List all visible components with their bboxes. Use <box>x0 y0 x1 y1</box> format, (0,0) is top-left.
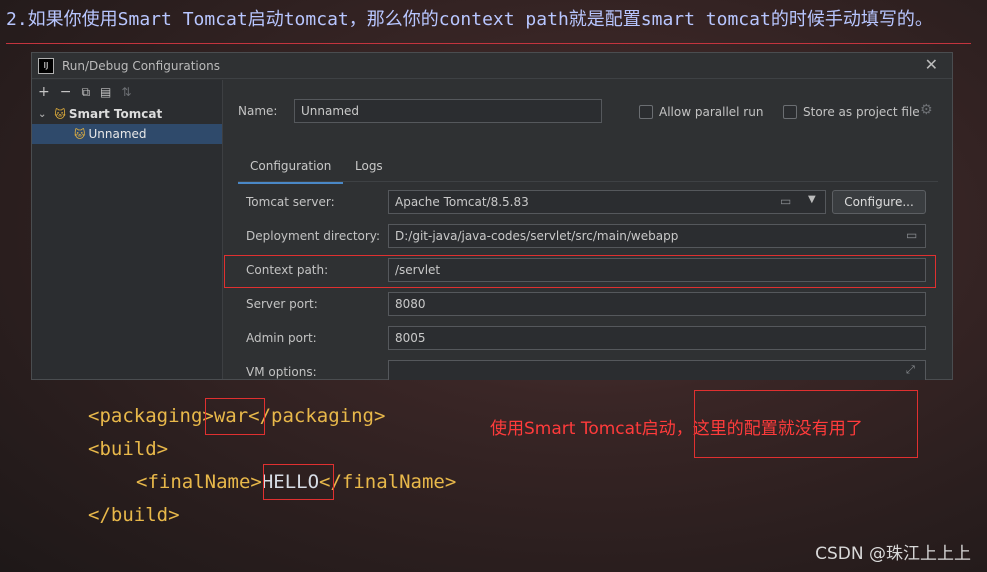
expand-icon[interactable]: ⤢ <box>906 363 915 377</box>
configure-button[interactable]: Configure... <box>832 190 926 214</box>
context-path-highlight <box>224 255 936 288</box>
tab-divider <box>238 181 938 182</box>
gear-icon[interactable]: ⚙ <box>920 102 933 118</box>
code-line: <packaging>war</packaging> <box>88 405 386 427</box>
plus-icon[interactable]: + <box>38 84 50 100</box>
copy-icon[interactable]: ⧉ <box>81 85 90 100</box>
vm-options-input[interactable] <box>388 360 926 380</box>
folder-icon[interactable]: ▭ <box>780 194 791 208</box>
war-highlight <box>205 398 265 435</box>
store-project-label: Store as project file <box>803 105 920 119</box>
deployment-dir-label: Deployment directory: <box>246 229 381 243</box>
tree-item-label: Unnamed <box>88 127 147 141</box>
dialog-title: Run/Debug Configurations <box>62 58 220 73</box>
tomcat-server-label: Tomcat server: <box>246 195 335 209</box>
allow-parallel-label: Allow parallel run <box>659 105 764 119</box>
server-port-input[interactable]: 8080 <box>388 292 926 316</box>
vm-options-label: VM options: <box>246 365 317 379</box>
folder-add-icon[interactable]: ▤ <box>100 85 111 99</box>
tree-toolbar: + − ⧉ ▤ ⇅ <box>32 80 222 104</box>
header-underline <box>6 43 971 44</box>
name-input[interactable]: Unnamed <box>294 99 602 123</box>
name-label: Name: <box>238 104 278 118</box>
chevron-down-icon[interactable]: ⌄ <box>38 109 46 120</box>
tomcat-icon: 🐱 <box>54 107 66 121</box>
note-highlight <box>694 390 918 458</box>
hello-highlight <box>263 464 334 500</box>
run-debug-dialog: IJ Run/Debug Configurations ✕ + − ⧉ ▤ ⇅ … <box>31 52 953 380</box>
tab-logs[interactable]: Logs <box>355 159 383 173</box>
tree-item-label: Smart Tomcat <box>68 107 163 121</box>
store-project-checkbox[interactable] <box>783 105 797 119</box>
admin-port-label: Admin port: <box>246 331 317 345</box>
intellij-icon: IJ <box>38 57 54 74</box>
dialog-titlebar: IJ Run/Debug Configurations ✕ <box>32 53 952 79</box>
tree-item-smart-tomcat[interactable]: ⌄ 🐱 Smart Tomcat <box>32 104 222 124</box>
header-text: 2.如果你使用Smart Tomcat启动tomcat，那么你的context … <box>6 9 933 30</box>
tomcat-icon: 🐱 <box>74 127 86 141</box>
csdn-watermark: CSDN @珠江上上上 <box>815 544 971 564</box>
deployment-dir-input[interactable]: D:/git-java/java-codes/servlet/src/main/… <box>388 224 926 248</box>
minus-icon[interactable]: − <box>60 84 72 100</box>
article-header: 2.如果你使用Smart Tomcat启动tomcat，那么你的context … <box>6 8 971 44</box>
code-line: </build> <box>88 504 180 526</box>
admin-port-input[interactable]: 8005 <box>388 326 926 350</box>
config-tree-panel: + − ⧉ ▤ ⇅ ⌄ 🐱 Smart Tomcat 🐱 Unnamed <box>32 80 223 379</box>
folder-icon[interactable]: ▭ <box>906 228 917 242</box>
close-icon[interactable]: ✕ <box>925 55 938 74</box>
sort-icon[interactable]: ⇅ <box>121 85 131 99</box>
chevron-down-icon[interactable]: ▼ <box>808 194 816 205</box>
tree-item-unnamed[interactable]: 🐱 Unnamed <box>32 124 222 144</box>
tomcat-server-select[interactable]: Apache Tomcat/8.5.83 <box>388 190 826 214</box>
server-port-label: Server port: <box>246 297 318 311</box>
allow-parallel-checkbox[interactable] <box>639 105 653 119</box>
